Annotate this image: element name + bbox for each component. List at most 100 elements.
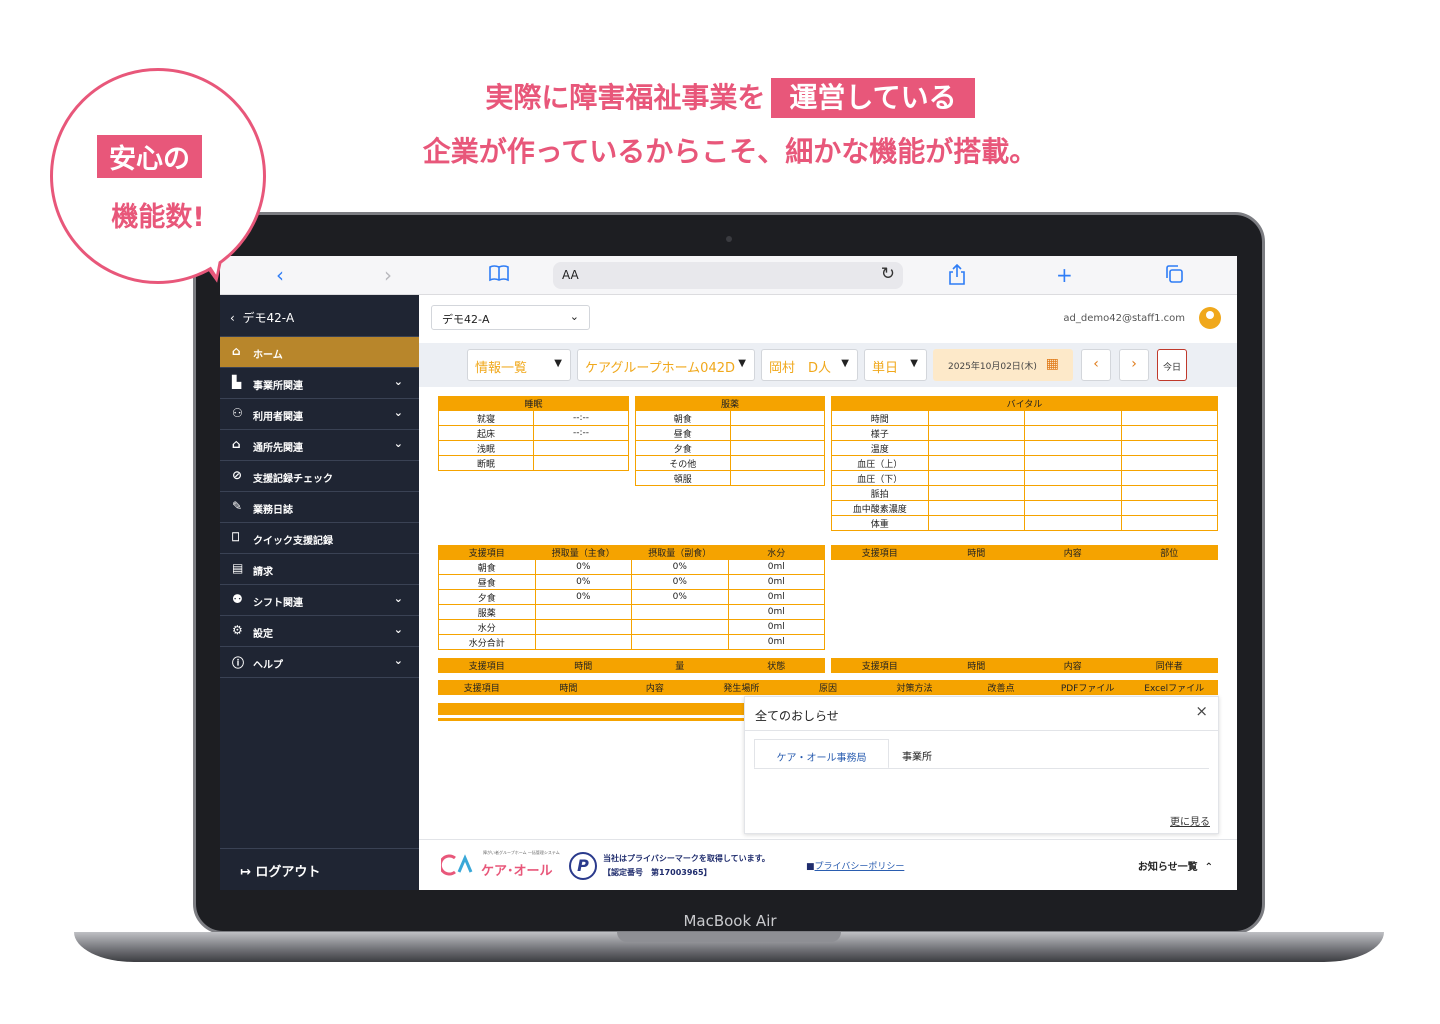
plus-icon[interactable]: +	[1056, 264, 1073, 286]
table-cell[interactable]	[729, 455, 825, 471]
table-cell[interactable]	[927, 410, 1025, 426]
address-bar[interactable]: AA ↻	[553, 262, 903, 289]
table-cell[interactable]	[1120, 455, 1218, 471]
notice-list-toggle[interactable]: お知らせ一覧 ⌃	[1138, 858, 1213, 873]
table-cell[interactable]: 0ml	[727, 559, 825, 575]
table-cell[interactable]	[533, 440, 629, 456]
table-cell[interactable]	[1120, 425, 1218, 441]
close-icon[interactable]: ×	[1195, 702, 1208, 720]
table-cell[interactable]: 0ml	[727, 589, 825, 605]
table-cell[interactable]	[927, 455, 1025, 471]
table-cell[interactable]	[1024, 440, 1122, 456]
table-cell[interactable]	[1120, 500, 1218, 516]
privacy-policy-link[interactable]: ■プライバシーポリシー	[806, 859, 904, 872]
sidebar-item-quick-record[interactable]: ⎕ クイック支援記録	[220, 523, 419, 554]
sidebar-item-label: ヘルプ	[253, 660, 283, 671]
table-cell[interactable]	[631, 604, 729, 620]
tabs-icon[interactable]	[1164, 264, 1184, 288]
tab-facility[interactable]: 事業所	[902, 739, 932, 769]
table-cell[interactable]	[1024, 425, 1122, 441]
feature-bubble: 安心の 機能数!	[50, 68, 266, 284]
table-cell[interactable]: --:--	[533, 425, 629, 441]
table-cell[interactable]	[1120, 410, 1218, 426]
table-cell[interactable]	[631, 619, 729, 635]
table-cell[interactable]	[927, 485, 1025, 501]
table-cell[interactable]	[534, 604, 632, 620]
sidebar-item-office[interactable]: ▙ 事業所関連 ⌄	[220, 368, 419, 399]
logout-button[interactable]: ↦ ログアウト	[220, 848, 419, 890]
tab-care-all-office[interactable]: ケア・オール事務局	[754, 739, 889, 769]
sidebar-item-settings[interactable]: ⚙ 設定 ⌄	[220, 616, 419, 647]
table-cell[interactable]	[1024, 410, 1122, 426]
table-cell[interactable]: 0%	[631, 559, 729, 575]
table-cell[interactable]	[1120, 440, 1218, 456]
support-parts-table: 支援項目 時間 内容 部位	[831, 545, 1218, 560]
sidebar-item-billing[interactable]: ▤ 請求	[220, 554, 419, 585]
camera-dot	[726, 236, 732, 242]
home-icon: ⌂	[232, 344, 241, 358]
table-cell[interactable]	[729, 425, 825, 441]
privacy-policy-label[interactable]: プライバシーポリシー	[815, 862, 905, 872]
table-header: 内容	[1024, 545, 1122, 560]
table-cell[interactable]	[729, 470, 825, 486]
table-cell[interactable]	[729, 410, 825, 426]
table-cell[interactable]: 0%	[631, 589, 729, 605]
table-cell[interactable]: --:--	[533, 410, 629, 426]
share-icon[interactable]	[948, 263, 966, 290]
table-cell[interactable]: 0ml	[727, 634, 825, 650]
table-cell[interactable]	[1024, 455, 1122, 471]
table-cell[interactable]	[1024, 470, 1122, 486]
sidebar-item-shift[interactable]: ⚉ シフト関連 ⌄	[220, 585, 419, 616]
home-select[interactable]: ケアグループホーム042D ▼	[577, 349, 755, 381]
table-cell[interactable]	[534, 634, 632, 650]
table-cell[interactable]	[1024, 500, 1122, 516]
table-cell[interactable]	[927, 500, 1025, 516]
avatar-icon[interactable]	[1199, 307, 1221, 329]
table-cell[interactable]	[927, 470, 1025, 486]
sidebar-item-daily-log[interactable]: ✎ 業務日誌	[220, 492, 419, 523]
table-cell[interactable]	[1024, 515, 1122, 531]
table-cell[interactable]	[534, 619, 632, 635]
sidebar-item-home[interactable]: ⌂ ホーム	[220, 337, 419, 368]
sidebar-item-help[interactable]: ⓘ ヘルプ ⌄	[220, 647, 419, 678]
privacy-line2: 【認定番号 第17003965】	[603, 868, 712, 877]
chevron-left-icon[interactable]: ‹	[276, 264, 284, 286]
table-cell[interactable]	[729, 440, 825, 456]
table-cell[interactable]	[1120, 485, 1218, 501]
table-cell[interactable]: 0ml	[727, 619, 825, 635]
table-cell[interactable]: 0ml	[727, 604, 825, 620]
table-cell[interactable]: 0%	[534, 589, 632, 605]
table-cell[interactable]	[533, 455, 629, 471]
reader-aa-label[interactable]: AA	[562, 268, 579, 282]
table-cell[interactable]: 0%	[534, 559, 632, 575]
table-cell[interactable]: 0%	[534, 574, 632, 590]
table-cell[interactable]	[1120, 515, 1218, 531]
period-select[interactable]: 単日 ▼	[864, 349, 927, 381]
prev-day-button[interactable]: ‹	[1081, 349, 1111, 381]
medication-table: 服薬 朝食 昼食 夕食 その他 頓服	[635, 396, 825, 486]
chevron-right-icon[interactable]: ›	[384, 264, 392, 286]
sidebar-item-users[interactable]: ⚇ 利用者関連 ⌄	[220, 399, 419, 430]
see-more-link[interactable]: 更に見る	[1170, 813, 1210, 828]
sidebar-item-destination[interactable]: ⌂ 通所先関連 ⌄	[220, 430, 419, 461]
next-day-button[interactable]: ›	[1119, 349, 1149, 381]
view-select[interactable]: 情報一覧 ▼	[467, 349, 571, 381]
sidebar-back[interactable]: ‹ デモ42-A	[220, 295, 419, 337]
table-cell[interactable]	[927, 515, 1025, 531]
bubble-highlight: 安心の	[97, 135, 202, 178]
table-cell[interactable]	[927, 425, 1025, 441]
table-cell[interactable]: 0%	[631, 574, 729, 590]
today-button[interactable]: 今日	[1157, 349, 1187, 381]
table-cell[interactable]	[927, 440, 1025, 456]
book-icon[interactable]	[488, 264, 510, 288]
date-picker[interactable]: 2025年10月02日(木) ▦	[933, 349, 1073, 381]
table-cell[interactable]	[1024, 485, 1122, 501]
table-header: バイタル	[831, 396, 1218, 411]
table-cell[interactable]	[631, 634, 729, 650]
reload-icon[interactable]: ↻	[881, 264, 895, 284]
table-cell[interactable]	[1120, 470, 1218, 486]
table-cell[interactable]: 0ml	[727, 574, 825, 590]
sidebar-item-record-check[interactable]: ⊘ 支援記録チェック	[220, 461, 419, 492]
facility-select[interactable]: デモ42-A ⌄	[431, 305, 590, 330]
user-select[interactable]: 岡村 D人 ▼	[761, 349, 858, 381]
